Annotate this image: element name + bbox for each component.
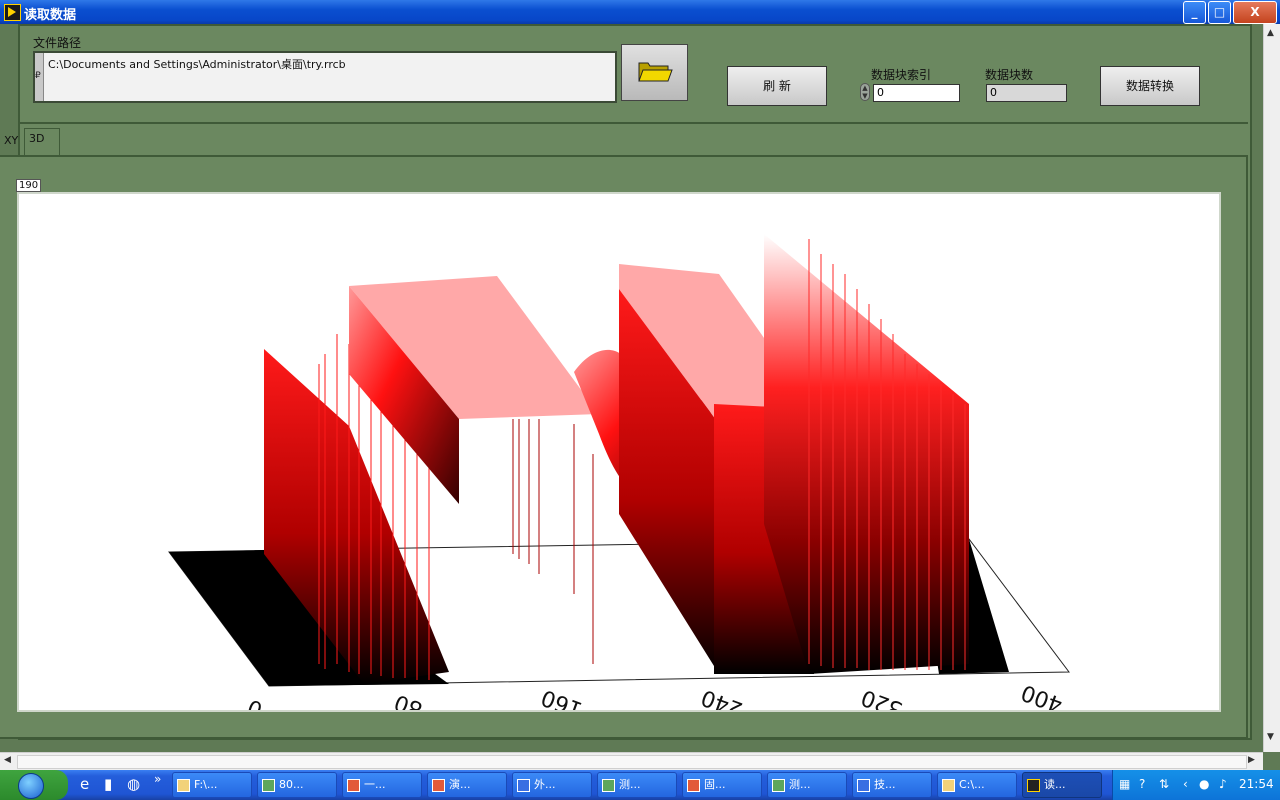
surface-right-peaks (764, 234, 969, 674)
folder-icon (177, 778, 190, 792)
axis-tick: 0 (244, 694, 266, 710)
horizontal-scrollbar[interactable]: ◀ ▶ (0, 752, 1263, 770)
windows-logo-icon (18, 773, 44, 799)
path-type-icon: ₽ (35, 71, 41, 81)
desktop-icon[interactable]: ▮ (104, 775, 112, 793)
clock[interactable]: 21:54 (1239, 777, 1274, 791)
folder-icon (638, 62, 673, 82)
convert-button[interactable]: 数据转换 (1100, 66, 1200, 106)
axis-tick: 320 (858, 684, 906, 710)
media-icon[interactable]: ◍ (127, 775, 140, 793)
ie-icon[interactable]: e (80, 775, 89, 793)
path-browse-strip[interactable]: ₽ (35, 53, 44, 101)
keyboard-icon[interactable]: ▦ (1119, 777, 1130, 791)
close-button[interactable]: X (1233, 1, 1277, 24)
labview-icon (1027, 778, 1040, 792)
axis-tick: 400 (1018, 679, 1066, 710)
taskbar-item-active[interactable]: 读... (1022, 772, 1102, 798)
divider (18, 122, 1248, 124)
system-tray: ▦ ? ⇅ ‹ ● ♪ 21:54 (1112, 770, 1280, 800)
refresh-button[interactable]: 刷 新 (727, 66, 827, 106)
vertical-scrollbar[interactable]: ▲ ▼ (1263, 24, 1280, 752)
doc-icon (262, 778, 275, 792)
graph-label: 190 (16, 179, 42, 192)
labview-app-icon (4, 4, 21, 21)
minimize-button[interactable]: _ (1183, 1, 1206, 24)
tray-expand-icon[interactable]: ‹ (1183, 777, 1188, 791)
axis-tick: 160 (538, 684, 586, 710)
surface-center-spikes (512, 419, 594, 664)
taskbar-item[interactable]: F:\... (172, 772, 252, 798)
tab-xy[interactable]: XY (0, 131, 24, 155)
taskbar-item[interactable]: C:\... (937, 772, 1017, 798)
word-icon (517, 778, 530, 792)
browse-folder-button[interactable] (621, 44, 688, 101)
file-path-value: C:\Documents and Settings\Administrator\… (48, 58, 346, 71)
taskbar-item[interactable]: 80... (257, 772, 337, 798)
word-icon (857, 778, 870, 792)
folder-icon (942, 778, 955, 792)
scroll-right-arrow-icon[interactable]: ▶ (1248, 755, 1255, 765)
taskbar-item[interactable]: 技... (852, 772, 932, 798)
doc-icon (772, 778, 785, 792)
maximize-button[interactable]: □ (1208, 1, 1231, 24)
taskbar-item[interactable]: 测... (597, 772, 677, 798)
horizontal-scroll-thumb[interactable] (17, 755, 1247, 769)
3d-surface-graph[interactable]: 0 80 160 240 320 400 (17, 192, 1221, 722)
volume-icon[interactable]: ♪ (1219, 777, 1227, 791)
taskbar-item[interactable]: 一... (342, 772, 422, 798)
taskbar-item[interactable]: 测... (767, 772, 847, 798)
ppt-icon (432, 778, 445, 792)
scroll-left-arrow-icon[interactable]: ◀ (4, 755, 11, 765)
block-index-input[interactable]: 0 (873, 84, 960, 102)
block-count-value: 0 (986, 84, 1067, 102)
ppt-icon (347, 778, 360, 792)
block-count-label: 数据块数 (985, 68, 1034, 82)
ppt-icon (687, 778, 700, 792)
taskbar-item[interactable]: 演... (427, 772, 507, 798)
block-index-label: 数据块索引 (871, 68, 932, 82)
block-index-spinner[interactable]: ▲ ▼ (860, 83, 870, 101)
file-path-label: 文件路径 (33, 36, 82, 50)
qq-icon[interactable]: ● (1199, 777, 1209, 791)
quicklaunch-chevron-icon[interactable]: » (154, 772, 161, 786)
taskbar-item[interactable]: 外... (512, 772, 592, 798)
help-icon[interactable]: ? (1139, 777, 1145, 791)
axis-tick: 80 (391, 689, 426, 710)
axis-tick: 240 (698, 684, 746, 710)
taskbar-item[interactable]: 固... (682, 772, 762, 798)
title-bar: 读取数据 _ □ X (0, 0, 1280, 24)
network-icon[interactable]: ⇅ (1159, 777, 1169, 791)
scroll-up-arrow-icon[interactable]: ▲ (1267, 28, 1274, 38)
tab-3d[interactable]: 3D (24, 128, 60, 156)
taskbar: e ▮ ◍ » F:\... 80... 一... 演... 外... 测...… (0, 770, 1280, 800)
file-path-input[interactable]: ₽ C:\Documents and Settings\Administrato… (33, 51, 617, 103)
scroll-down-arrow-icon[interactable]: ▼ (1267, 732, 1274, 742)
window-title: 读取数据 (24, 8, 77, 23)
start-button[interactable] (0, 770, 68, 800)
doc-icon (602, 778, 615, 792)
surface-plot-svg: 0 80 160 240 320 400 (168, 234, 1070, 722)
